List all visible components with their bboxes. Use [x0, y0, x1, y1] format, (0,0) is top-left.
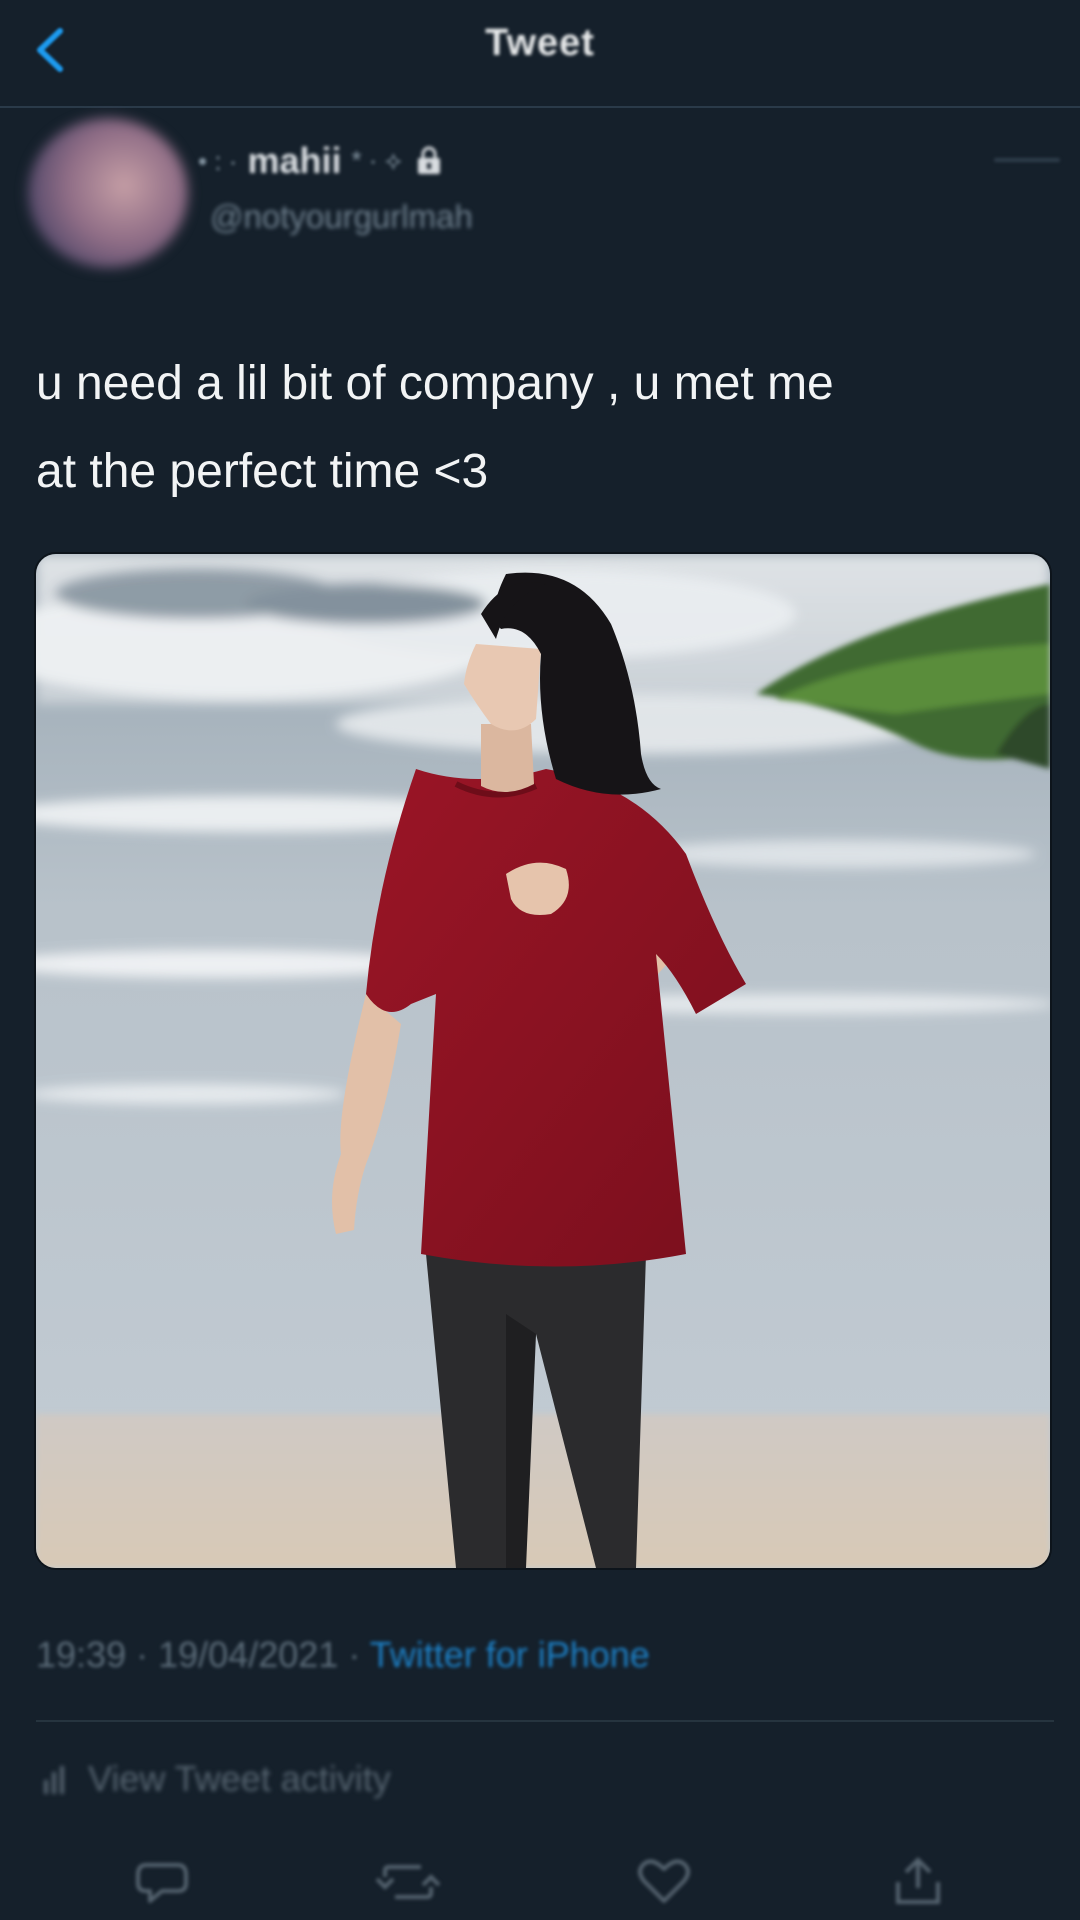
author-name-row[interactable]: • : · mahii * · ⟡ [198, 140, 446, 182]
avatar[interactable] [28, 118, 188, 268]
bar-chart-icon [44, 1766, 64, 1794]
tweet-detail-screen: Tweet • : · mahii * · ⟡ @notyourgurlmah … [0, 0, 1080, 1920]
page-title: Tweet [485, 22, 595, 64]
name-decoration-suffix: * · ⟡ [351, 145, 402, 175]
tweet-text-line: u need a lil bit of company , u met me [36, 357, 834, 410]
tweet-meta: 19:39 · 19/04/2021 · Twitter for iPhone [36, 1634, 650, 1676]
top-nav-bar: Tweet [0, 0, 1080, 108]
activity-label: View Tweet activity [88, 1758, 391, 1799]
more-options-button[interactable] [994, 158, 1060, 162]
tweet-time: 19:39 [36, 1634, 127, 1675]
tweet-text: u need a lil bit of company , u met me a… [36, 340, 1046, 516]
lock-icon [412, 146, 446, 176]
reply-button[interactable] [122, 1852, 202, 1912]
tweet-source-link[interactable]: Twitter for iPhone [370, 1634, 650, 1675]
photo-illustration [36, 554, 1050, 1568]
like-button[interactable] [624, 1852, 704, 1912]
author-name: mahii [247, 140, 342, 181]
name-decoration-prefix: • : · [198, 145, 238, 176]
share-icon [896, 1857, 940, 1904]
retweet-icon [375, 1865, 441, 1899]
tweet-text-line: at the perfect time <3 [36, 445, 489, 498]
divider [36, 1720, 1054, 1722]
action-bar [0, 1852, 1080, 1912]
view-tweet-activity-button[interactable]: View Tweet activity [40, 1758, 391, 1800]
heart-icon [638, 1859, 690, 1903]
meta-separator: · [136, 1634, 149, 1675]
author-handle[interactable]: @notyourgurlmah [210, 198, 473, 236]
meta-separator: · [348, 1634, 361, 1675]
reply-icon [136, 1863, 188, 1903]
retweet-button[interactable] [368, 1852, 448, 1912]
tweet-date: 19/04/2021 [158, 1634, 339, 1675]
share-button[interactable] [878, 1852, 958, 1912]
tweet-media-photo[interactable] [34, 552, 1052, 1570]
